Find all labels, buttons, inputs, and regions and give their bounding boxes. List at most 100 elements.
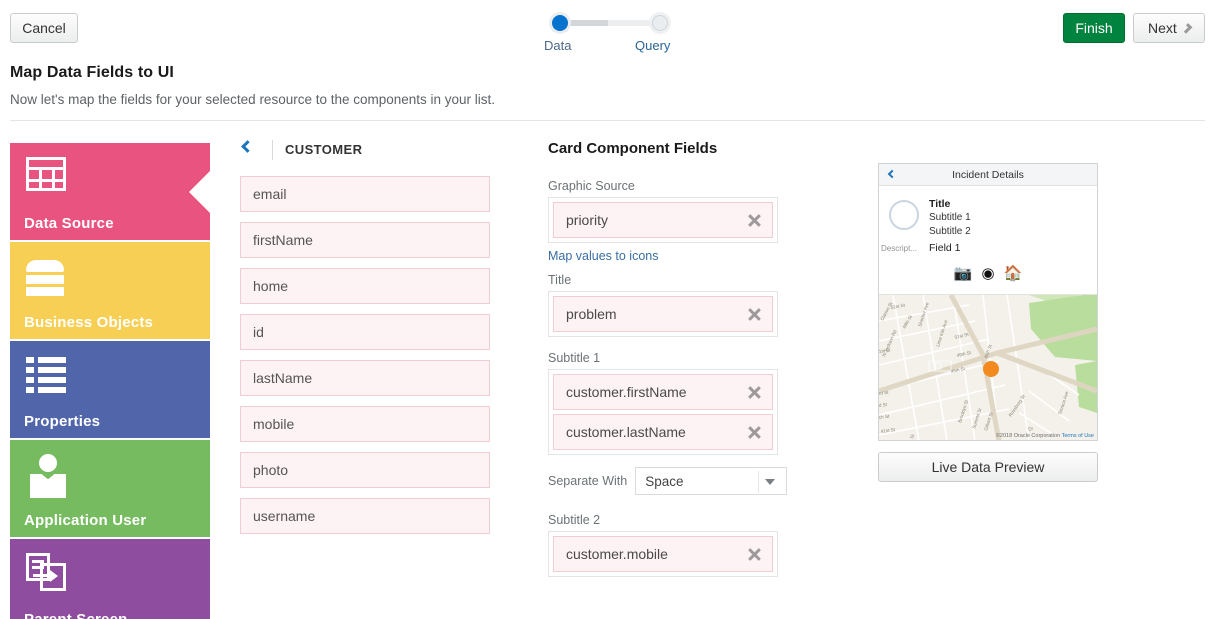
sidebar-item-properties[interactable]: Properties <box>10 341 210 438</box>
field-chip[interactable]: customer.firstName <box>553 374 773 410</box>
top-toolbar: Cancel Data Query Finish Next <box>0 0 1215 56</box>
cancel-button-label: Cancel <box>22 14 66 42</box>
sidebar-item-label: Data Source <box>24 215 114 232</box>
select-divider <box>758 471 759 493</box>
grid-icon <box>26 157 66 191</box>
dropzone-title[interactable]: problem <box>548 291 778 337</box>
chip-label: customer.lastName <box>566 424 746 440</box>
chevron-left-icon[interactable] <box>241 140 254 153</box>
phone-preview: Incident Details Title Subtitle 1 Subtit… <box>878 163 1098 441</box>
dropzone-graphic-source[interactable]: priority <box>548 197 778 243</box>
wizard-stepper: Data Query <box>545 12 675 56</box>
user-icon <box>30 454 66 494</box>
wizard-page: Cancel Data Query Finish Next Map Data F… <box>0 0 1215 619</box>
phone-header: Incident Details <box>879 164 1097 186</box>
finish-button-label: Finish <box>1075 14 1112 42</box>
phone-title: Incident Details <box>879 164 1097 186</box>
sidebar-item-parent-screen[interactable]: Parent Screen <box>10 539 210 619</box>
map-graphic: 51st St Clarion St 49th St Sherbor Ave L… <box>879 295 1097 440</box>
stepper-dot-data[interactable] <box>549 12 571 34</box>
stepper-label-data[interactable]: Data <box>544 38 571 53</box>
field-list-item[interactable]: home <box>240 268 490 304</box>
chip-label: customer.firstName <box>566 384 746 400</box>
sidebar-item-business-objects[interactable]: Business Objects <box>10 242 210 339</box>
sidebar-item-label: Parent Screen <box>24 611 127 619</box>
cancel-button[interactable]: Cancel <box>10 13 78 43</box>
remove-chip-icon[interactable] <box>746 546 762 562</box>
stepper-dot-query[interactable] <box>649 12 671 34</box>
resource-field-list: CUSTOMER email firstName home id lastName mob… <box>240 140 500 544</box>
field-chip[interactable]: customer.lastName <box>553 414 773 450</box>
live-data-preview-button[interactable]: Live Data Preview <box>878 452 1098 482</box>
chevron-right-icon <box>1182 23 1193 34</box>
field-items: email firstName home id lastName mobile photo u… <box>240 176 500 534</box>
field-label-graphic-source: Graphic Source <box>548 179 848 193</box>
preview-subtitle-1: Subtitle 1 <box>929 212 971 223</box>
field-chip[interactable]: customer.mobile <box>553 536 773 572</box>
remove-chip-icon[interactable] <box>746 306 762 322</box>
field-list-item[interactable]: email <box>240 176 490 212</box>
preview-description-label: Descript... <box>881 244 917 253</box>
page-title: Map Data Fields to UI <box>10 64 174 82</box>
separate-with-label: Separate With <box>548 474 627 488</box>
field-list-item[interactable]: username <box>240 498 490 534</box>
card-preview-panel: Incident Details Title Subtitle 1 Subtit… <box>878 163 1098 482</box>
next-button-label: Next <box>1148 14 1177 42</box>
resource-name: CUSTOMER <box>285 142 362 157</box>
sidebar-item-label: Business Objects <box>24 314 153 331</box>
separate-with-value: Space <box>645 474 683 489</box>
list-icon <box>26 357 66 391</box>
field-list-item[interactable]: lastName <box>240 360 490 396</box>
card-component-fields: Card Component Fields Graphic Source pri… <box>548 140 848 583</box>
next-button[interactable]: Next <box>1133 13 1205 43</box>
field-label-subtitle-2: Subtitle 2 <box>548 513 848 527</box>
separate-with-select[interactable]: Space <box>635 467 787 495</box>
preview-title: Title <box>929 198 950 210</box>
field-list-header: CUSTOMER <box>240 140 500 164</box>
field-chip[interactable]: priority <box>553 202 773 238</box>
page-subtitle: Now let's map the fields for your select… <box>10 92 495 107</box>
selected-notch <box>189 170 211 214</box>
chevron-down-icon <box>765 479 775 485</box>
stepper-dot-data-inner <box>552 15 568 31</box>
location-pin-icon: ◉ <box>981 266 994 281</box>
field-list-item[interactable]: mobile <box>240 406 490 442</box>
field-list-item[interactable]: photo <box>240 452 490 488</box>
field-label-title: Title <box>548 273 848 287</box>
separate-with-row: Separate With Space <box>548 467 848 495</box>
remove-chip-icon[interactable] <box>746 384 762 400</box>
field-list-item[interactable]: firstName <box>240 222 490 258</box>
avatar <box>889 200 919 230</box>
section-title: Card Component Fields <box>548 140 848 157</box>
sidebar-item-data-source[interactable]: Data Source <box>10 143 210 240</box>
sidebar-item-application-user[interactable]: Application User <box>10 440 210 537</box>
preview-subtitle-2: Subtitle 2 <box>929 226 971 237</box>
finish-button[interactable]: Finish <box>1063 13 1125 43</box>
field-label-subtitle-1: Subtitle 1 <box>548 351 848 365</box>
remove-chip-icon[interactable] <box>746 424 762 440</box>
field-chip[interactable]: problem <box>553 296 773 332</box>
sidebar-item-label: Properties <box>24 413 100 430</box>
camera-icon: 📷 <box>954 266 973 281</box>
sidebar-item-label: Application User <box>24 512 146 529</box>
dropzone-subtitle-1[interactable]: customer.firstName customer.lastName <box>548 369 778 455</box>
stepper-track <box>557 20 663 26</box>
preview-field-1: Field 1 <box>929 242 961 254</box>
field-list-item[interactable]: id <box>240 314 490 350</box>
map-preview: 51st St Clarion St 49th St Sherbor Ave L… <box>879 294 1097 440</box>
header-divider <box>10 120 1205 121</box>
home-icon: 🏠 <box>1004 266 1023 281</box>
stepper-label-query[interactable]: Query <box>635 38 670 53</box>
chip-label: priority <box>566 212 746 228</box>
live-data-preview-label: Live Data Preview <box>932 453 1045 481</box>
parent-screen-icon <box>26 553 68 593</box>
sidebar-tiles: Data Source Business Objects Properties <box>10 143 210 619</box>
remove-chip-icon[interactable] <box>746 212 762 228</box>
dropzone-subtitle-2[interactable]: customer.mobile <box>548 531 778 577</box>
phone-body: Title Subtitle 1 Subtitle 2 Descript... … <box>879 186 1097 294</box>
chip-label: problem <box>566 306 746 322</box>
stepper-dot-query-inner <box>652 15 668 31</box>
header-separator <box>272 140 273 160</box>
map-values-to-icons-link[interactable]: Map values to icons <box>548 249 848 263</box>
database-icon <box>26 260 64 298</box>
